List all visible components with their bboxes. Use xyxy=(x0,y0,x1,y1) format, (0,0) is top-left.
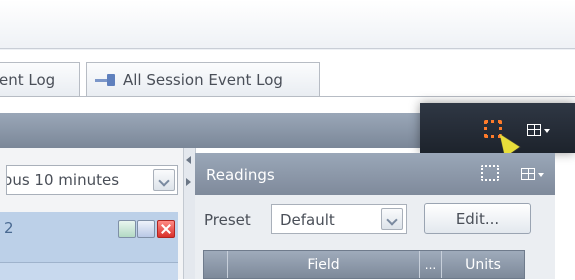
tab-all-session-event-log[interactable]: All Session Event Log xyxy=(86,62,320,96)
chevron-left-icon[interactable] xyxy=(186,156,191,164)
preset-value: Default xyxy=(280,211,335,229)
tab-event-log[interactable]: ent Log xyxy=(0,62,80,96)
chevron-down-icon[interactable] xyxy=(538,173,544,177)
column-header-select[interactable] xyxy=(204,251,228,278)
separator xyxy=(0,48,575,49)
chevron-down-icon[interactable] xyxy=(544,129,550,133)
grid-layout-icon[interactable] xyxy=(521,168,535,180)
row-divider xyxy=(0,262,178,263)
readings-title: Readings xyxy=(206,166,275,184)
pin-icon xyxy=(95,73,117,86)
preset-select[interactable]: Default xyxy=(271,204,407,234)
window-top-area xyxy=(0,0,575,50)
time-range-select[interactable]: ious 10 minutes xyxy=(6,165,178,195)
chevron-right-icon[interactable] xyxy=(186,178,191,186)
chevron-down-icon[interactable] xyxy=(153,169,175,191)
zoom-icon[interactable] xyxy=(118,220,136,238)
close-icon[interactable] xyxy=(157,220,175,238)
grid-layout-icon[interactable] xyxy=(527,124,541,136)
edit-button-label: Edit... xyxy=(455,209,500,228)
readings-grid-header: Field ... Units xyxy=(203,250,525,279)
column-header-more[interactable]: ... xyxy=(420,251,442,278)
row-number: 2 xyxy=(4,219,14,237)
edit-button[interactable]: Edit... xyxy=(424,203,531,234)
tab-label: ent Log xyxy=(0,70,56,89)
time-range-value: ious 10 minutes xyxy=(6,171,120,189)
edit-icon[interactable] xyxy=(137,220,155,238)
column-header-units[interactable]: Units xyxy=(442,251,524,278)
tab-strip-border xyxy=(0,96,575,97)
marquee-select-icon[interactable] xyxy=(481,165,499,181)
column-header-field[interactable]: Field xyxy=(228,251,420,278)
tab-label: All Session Event Log xyxy=(123,70,283,89)
chevron-down-icon[interactable] xyxy=(381,208,403,230)
preset-label: Preset xyxy=(204,211,251,229)
